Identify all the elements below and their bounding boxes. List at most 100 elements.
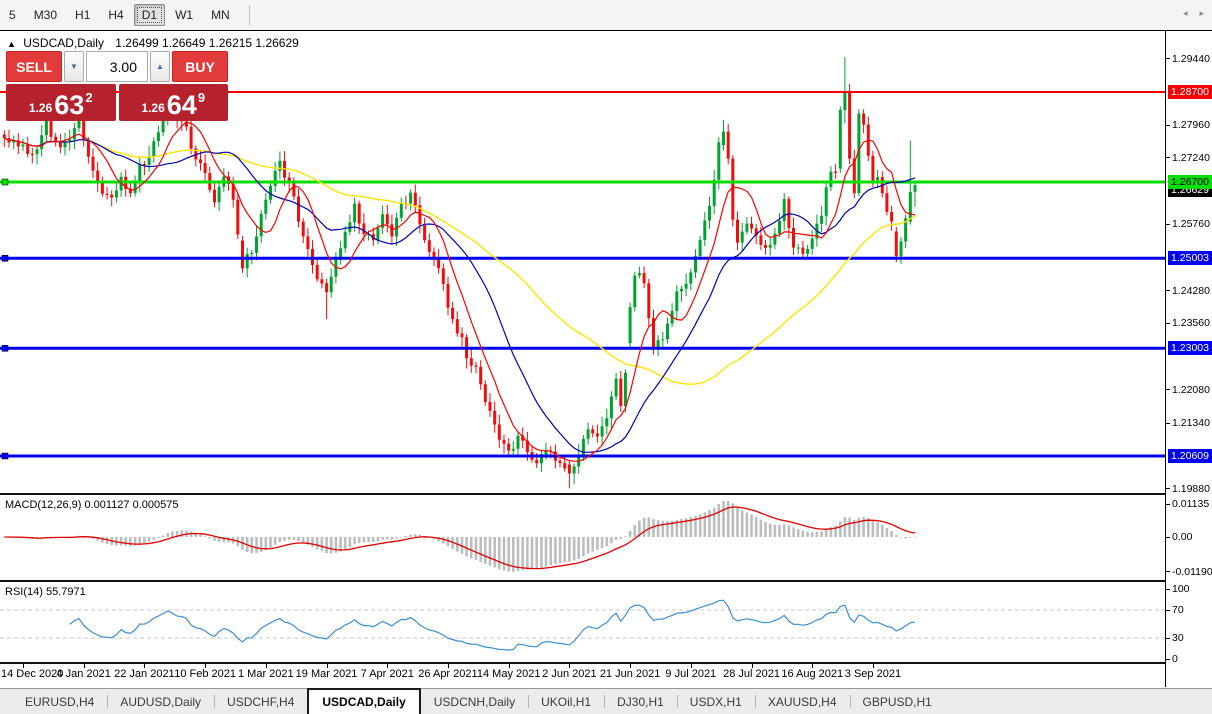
chart-tab-eurusd-h4[interactable]: EURUSD,H4 — [12, 689, 107, 714]
axis-tick-mark — [1166, 389, 1170, 390]
date-tick-label: 10 Feb 2021 — [174, 668, 236, 680]
sell-price-pip: 2 — [85, 90, 92, 105]
price-tick-label: 1.21340 — [1172, 416, 1210, 430]
date-tick-label: 22 Jan 2021 — [114, 668, 175, 680]
axis-tick-mark — [1166, 157, 1170, 158]
date-tick-label: 1 Mar 2021 — [238, 668, 294, 680]
toolbar-divider — [249, 5, 250, 25]
axis-tick-mark — [1166, 290, 1170, 291]
chart-symbol-label: USDCAD,Daily — [23, 36, 104, 50]
level-price-label-blue: 1.20609 — [1168, 449, 1212, 463]
axis-tick-mark — [1166, 224, 1170, 225]
tab-scroll-left-icon[interactable]: ◂ — [1183, 8, 1188, 19]
timeframe-button-h1[interactable]: H1 — [67, 4, 98, 26]
date-tick-label: 21 Jun 2021 — [600, 668, 661, 680]
axis-tick-mark — [1166, 423, 1170, 424]
level-price-label-blue: 1.23003 — [1168, 341, 1212, 355]
price-tick-label: 1.29440 — [1172, 52, 1210, 66]
tab-scroll-arrows: ◂ ▸ — [1183, 0, 1204, 26]
axis-tick-mark — [1166, 323, 1170, 324]
timeframe-button-w1[interactable]: W1 — [167, 4, 201, 26]
buy-price-pip: 9 — [198, 90, 205, 105]
sell-price-display[interactable]: 1.26 63 2 — [6, 84, 116, 121]
axis-tick-mark — [1166, 589, 1170, 590]
date-tick-label: 28 Jul 2021 — [723, 668, 780, 680]
collapse-marker-icon[interactable]: ▲ — [7, 39, 16, 49]
chart-window: ▲ USDCAD,Daily 1.26499 1.26649 1.26215 1… — [0, 30, 1212, 689]
rsi-axis-label: 100 — [1172, 582, 1190, 596]
price-tick-label: 1.22080 — [1172, 383, 1210, 397]
rsi-axis-label: 30 — [1172, 631, 1184, 645]
price-tick-label: 1.24280 — [1172, 284, 1210, 298]
sell-button[interactable]: SELL — [6, 51, 62, 82]
level-price-label-green: 1.26700 — [1168, 175, 1212, 189]
price-axis[interactable]: 1.29440 1.27960 1.27240 1.25760 1.24280 1.235… — [1165, 31, 1212, 687]
time-axis[interactable]: 14 Dec 20204 Jan 2021 22 Jan 202110 Feb 2… — [0, 664, 1165, 687]
rsi-axis-label: 70 — [1172, 603, 1184, 617]
date-tick-label: 19 Mar 2021 — [296, 668, 358, 680]
chart-tab-ukoil-h1[interactable]: UKOil,H1 — [528, 689, 604, 714]
date-tick-label: 4 Jan 2021 — [56, 668, 110, 680]
buy-price-prefix: 1.26 — [141, 101, 164, 115]
rsi-indicator-label: RSI(14) 55.7971 — [5, 586, 86, 598]
axis-tick-mark — [1166, 610, 1170, 611]
price-tick-label: 1.25760 — [1172, 217, 1210, 231]
axis-tick-mark — [1166, 488, 1170, 489]
date-tick-label: 9 Jul 2021 — [665, 668, 716, 680]
chart-tab-xauusd-h4[interactable]: XAUUSD,H4 — [755, 689, 850, 714]
buy-button[interactable]: BUY — [172, 51, 228, 82]
volume-field[interactable]: 3.00 — [86, 51, 148, 82]
chart-tab-usdcad-daily[interactable]: USDCAD,Daily — [307, 688, 420, 714]
chart-header: ▲ USDCAD,Daily 1.26499 1.26649 1.26215 1… — [7, 36, 299, 50]
timeframe-button-d1[interactable]: D1 — [134, 4, 165, 26]
axis-tick-mark — [1166, 125, 1170, 126]
axis-tick-mark — [1166, 659, 1170, 660]
volume-decrease-button[interactable]: ▼ — [64, 51, 84, 82]
chart-tab-usdx-h1[interactable]: USDX,H1 — [677, 689, 755, 714]
chart-tab-usdchf-h4[interactable]: USDCHF,H4 — [214, 689, 307, 714]
macd-axis-label: -0.011904 — [1172, 565, 1212, 579]
date-tick-label: 14 Dec 2020 — [1, 668, 63, 680]
axis-tick-mark — [1166, 638, 1170, 639]
panel-separator[interactable] — [0, 493, 1165, 495]
rsi-panel-canvas[interactable] — [0, 582, 1165, 662]
date-tick-label: 26 Apr 2021 — [418, 668, 477, 680]
axis-tick-mark — [1166, 58, 1170, 59]
chart-tab-dj30-h1[interactable]: DJ30,H1 — [604, 689, 677, 714]
chart-tab-gbpusd-h1[interactable]: GBPUSD,H1 — [850, 689, 945, 714]
timeframe-toolbar: 5M30H1H4D1W1MN — [0, 0, 1212, 31]
timeframe-button-m30[interactable]: M30 — [26, 4, 65, 26]
chart-ohlc-values: 1.26499 1.26649 1.26215 1.26629 — [115, 36, 299, 50]
timeframe-button-h4[interactable]: H4 — [100, 4, 131, 26]
sell-price-big: 63 — [54, 92, 84, 119]
date-tick-label: 14 May 2021 — [477, 668, 541, 680]
rsi-axis-label: 0 — [1172, 652, 1178, 666]
macd-indicator-label: MACD(12,26,9) 0.001127 0.000575 — [5, 499, 178, 511]
timeframe-button-mn[interactable]: MN — [203, 4, 238, 26]
chart-tab-usdcnh-daily[interactable]: USDCNH,Daily — [421, 689, 528, 714]
chart-tab-bar: EURUSD,H4AUDUSD,DailyUSDCHF,H4USDCAD,Dai… — [0, 688, 1212, 714]
timeframe-button-5[interactable]: 5 — [1, 4, 24, 26]
level-price-label-red: 1.28700 — [1168, 85, 1212, 99]
volume-increase-button[interactable]: ▲ — [150, 51, 170, 82]
axis-tick-mark — [1166, 504, 1170, 505]
axis-tick-mark — [1166, 537, 1170, 538]
date-tick-label: 2 Jun 2021 — [542, 668, 596, 680]
macd-axis-label: 0.00 — [1172, 530, 1192, 544]
date-tick-label: 3 Sep 2021 — [845, 668, 901, 680]
price-tick-label: 1.23560 — [1172, 316, 1210, 330]
tab-scroll-right-icon[interactable]: ▸ — [1199, 8, 1204, 19]
axis-tick-mark — [1166, 571, 1170, 572]
price-tick-label: 1.27960 — [1172, 118, 1210, 132]
buy-price-big: 64 — [167, 92, 197, 119]
buy-price-display[interactable]: 1.26 64 9 — [119, 84, 229, 121]
date-tick-label: 7 Apr 2021 — [361, 668, 414, 680]
sell-price-prefix: 1.26 — [29, 101, 52, 115]
macd-axis-label: 0.01135 — [1172, 497, 1209, 511]
price-tick-label: 1.19880 — [1172, 482, 1210, 496]
chart-tab-audusd-daily[interactable]: AUDUSD,Daily — [107, 689, 214, 714]
panel-separator[interactable] — [0, 580, 1165, 582]
level-price-label-blue: 1.25003 — [1168, 251, 1212, 265]
price-tick-label: 1.27240 — [1172, 151, 1210, 165]
one-click-trade-panel: SELL ▼ 3.00 ▲ BUY 1.26 63 2 1.26 64 9 — [6, 51, 228, 121]
